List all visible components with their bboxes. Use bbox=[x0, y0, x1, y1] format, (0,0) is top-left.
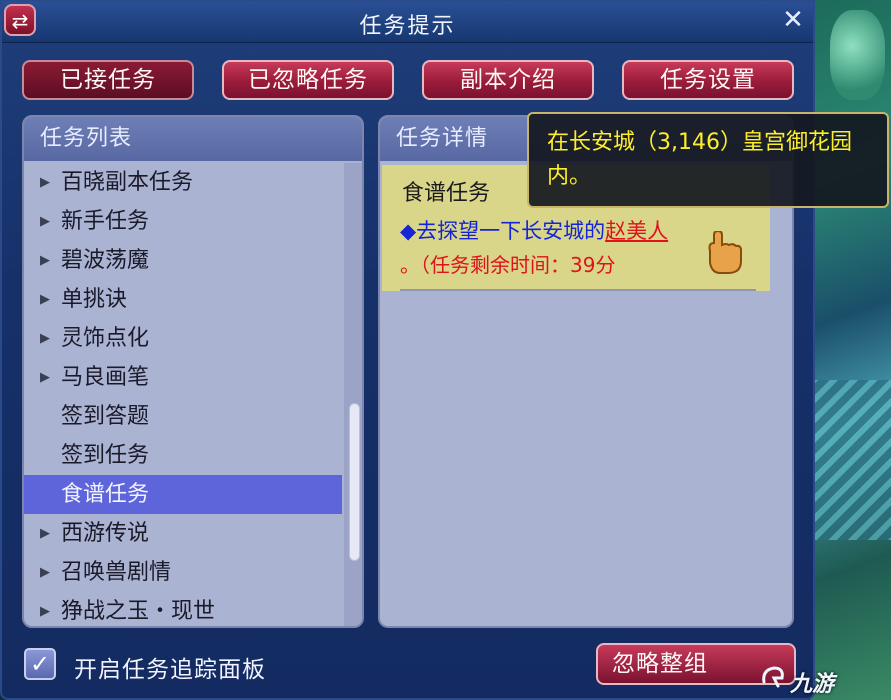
list-item[interactable]: ▶ 碧波荡魔 bbox=[24, 241, 342, 280]
task-time-remaining: 。（任务剩余时间：39分 bbox=[400, 253, 616, 277]
expand-arrow-icon[interactable]: ▶ bbox=[40, 241, 50, 280]
expand-arrow-icon[interactable]: ▶ bbox=[40, 514, 50, 553]
expand-arrow-icon[interactable]: ▶ bbox=[40, 202, 50, 241]
task-description-text: ◆去探望一下长安城的 bbox=[400, 219, 606, 243]
tooltip-text: 在长安城（3,146）皇宫御花园内。 bbox=[547, 130, 852, 189]
tab-dungeon-intro[interactable]: 副本介绍 bbox=[422, 60, 594, 100]
task-hint-window: ⇄ 任务提示 ✕ 已接任务 已忽略任务 副本介绍 任务设置 任务列表 ▶ 百晓副本… bbox=[0, 0, 889, 700]
game-scene-background bbox=[810, 0, 891, 700]
track-panel-checkbox[interactable]: ✓ bbox=[24, 648, 56, 680]
jiuyou-logo-icon bbox=[762, 666, 784, 688]
list-item-label: 食谱任务 bbox=[61, 482, 150, 507]
tab-ignored-tasks[interactable]: 已忽略任务 bbox=[222, 60, 394, 100]
task-list: ▶ 百晓副本任务 ▶ 新手任务 ▶ 碧波荡魔 ▶ 单挑诀 ▶ 灵饰点化 ▶ 马良画笔 签到答… bbox=[24, 163, 342, 626]
scene-stairs bbox=[810, 380, 891, 540]
list-item-label: 单挑诀 bbox=[61, 287, 128, 312]
checkmark-icon: ✓ bbox=[29, 650, 51, 678]
expand-arrow-icon[interactable]: ▶ bbox=[40, 319, 50, 358]
expand-arrow-icon[interactable]: ▶ bbox=[40, 553, 50, 592]
scrollbar-thumb[interactable] bbox=[349, 403, 360, 561]
list-item[interactable]: ▶ 马良画笔 bbox=[24, 358, 342, 397]
task-list-scrollbar[interactable] bbox=[344, 163, 362, 626]
list-item-label: 召唤兽剧情 bbox=[61, 560, 172, 585]
list-item[interactable]: ▶ 召唤兽剧情 bbox=[24, 553, 342, 592]
task-description: ◆去探望一下长安城的赵美人 bbox=[400, 215, 668, 245]
list-item-label: 西游传说 bbox=[61, 521, 150, 546]
list-item-label: 灵饰点化 bbox=[61, 326, 150, 351]
list-item[interactable]: 签到任务 bbox=[24, 436, 342, 475]
list-item-label: 狰战之玉・现世 bbox=[61, 599, 216, 624]
title-bar[interactable]: ⇄ 任务提示 ✕ bbox=[2, 2, 813, 43]
close-icon[interactable]: ✕ bbox=[779, 6, 807, 34]
expand-arrow-icon[interactable]: ▶ bbox=[40, 280, 50, 319]
task-detail-title: 食谱任务 bbox=[402, 181, 491, 206]
detail-divider bbox=[400, 289, 756, 291]
location-tooltip: 在长安城（3,146）皇宫御花园内。 bbox=[527, 112, 889, 208]
list-item[interactable]: ▶ 新手任务 bbox=[24, 202, 342, 241]
list-item-label: 碧波荡魔 bbox=[61, 248, 150, 273]
tab-task-settings[interactable]: 任务设置 bbox=[622, 60, 794, 100]
watermark-text: 九游 bbox=[790, 672, 835, 697]
list-item-label: 签到答题 bbox=[61, 404, 150, 429]
list-item-label: 百晓副本任务 bbox=[61, 170, 194, 195]
track-panel-label[interactable]: 开启任务追踪面板 bbox=[74, 650, 266, 684]
list-item[interactable]: ▶ 百晓副本任务 bbox=[24, 163, 342, 202]
list-item[interactable]: ▶ 西游传说 bbox=[24, 514, 342, 553]
list-item[interactable]: ▶ 灵饰点化 bbox=[24, 319, 342, 358]
npc-link[interactable]: 赵美人 bbox=[605, 219, 668, 243]
task-list-header: 任务列表 bbox=[24, 117, 362, 161]
tab-accepted-tasks[interactable]: 已接任务 bbox=[22, 60, 194, 100]
window-title: 任务提示 bbox=[359, 14, 456, 39]
task-list-panel: 任务列表 ▶ 百晓副本任务 ▶ 新手任务 ▶ 碧波荡魔 ▶ 单挑诀 ▶ 灵饰点化 ▶ 马良画… bbox=[22, 115, 364, 628]
expand-arrow-icon[interactable]: ▶ bbox=[40, 358, 50, 397]
list-item-label: 新手任务 bbox=[61, 209, 150, 234]
scene-statue bbox=[830, 10, 885, 100]
list-item-selected[interactable]: 食谱任务 bbox=[24, 475, 342, 514]
pointing-hand-icon bbox=[708, 231, 742, 274]
list-item[interactable]: ▶ 单挑诀 bbox=[24, 280, 342, 319]
list-item[interactable]: ▶ 狰战之玉・现世 bbox=[24, 592, 342, 626]
expand-arrow-icon[interactable]: ▶ bbox=[40, 163, 50, 202]
expand-arrow-icon[interactable]: ▶ bbox=[40, 592, 50, 626]
list-item-label: 马良画笔 bbox=[61, 365, 150, 390]
list-item-label: 签到任务 bbox=[61, 443, 150, 468]
list-item[interactable]: 签到答题 bbox=[24, 397, 342, 436]
